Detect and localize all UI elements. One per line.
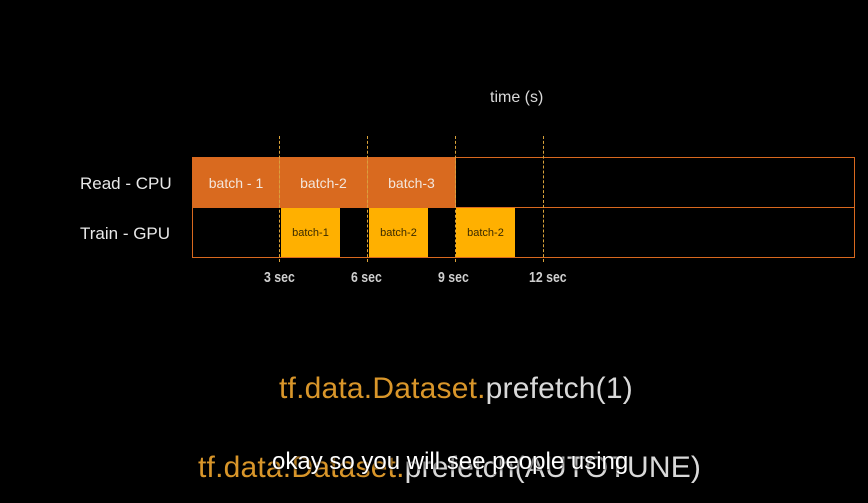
cpu-block-1: batch - 1: [193, 158, 280, 207]
gpu-block-1: batch-1: [281, 208, 340, 257]
tick-label-9: 9 sec: [438, 269, 469, 286]
tick-label-6: 6 sec: [351, 269, 382, 286]
tick-label-3: 3 sec: [264, 269, 295, 286]
tick-line-6: [367, 136, 368, 262]
code-line-prefetch-1: tf.data.Dataset.prefetch(1): [279, 372, 633, 406]
gpu-block-2: batch-2: [369, 208, 428, 257]
axis-title: time (s): [490, 89, 544, 106]
row-label-gpu: Train - GPU: [80, 224, 171, 243]
row-label-cpu: Read - CPU: [80, 174, 172, 193]
code-arg: 1: [605, 372, 623, 405]
tick-line-3: [279, 136, 280, 262]
tick-line-12: [543, 136, 544, 262]
cpu-block-3: batch-3: [368, 158, 456, 207]
code-call: prefetch(: [485, 372, 606, 405]
code-close: ): [622, 372, 633, 405]
video-subtitle: okay so you will see people using: [272, 448, 629, 475]
tick-line-9: [455, 136, 456, 262]
code-namespace: tf.data.Dataset.: [279, 372, 486, 405]
cpu-block-2: batch-2: [280, 158, 368, 207]
tick-label-12: 12 sec: [529, 269, 567, 286]
gpu-block-3: batch-2: [456, 208, 515, 257]
